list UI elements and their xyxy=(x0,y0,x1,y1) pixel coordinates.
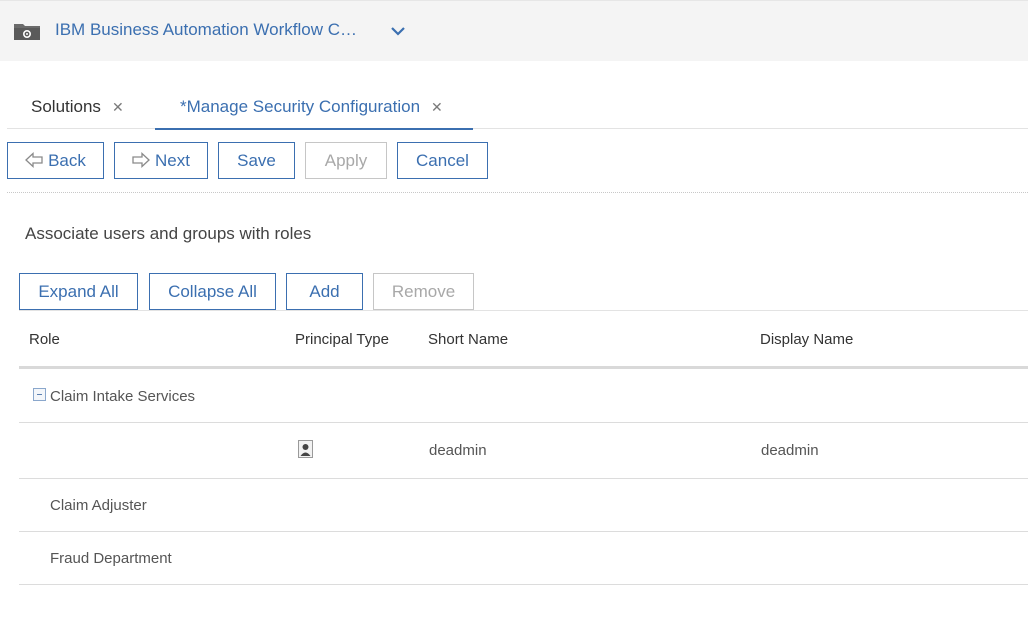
role-cell: Claim Adjuster xyxy=(50,497,147,514)
column-header-short-name[interactable]: Short Name xyxy=(428,331,508,348)
back-button[interactable]: Back xyxy=(7,142,104,179)
column-header-role[interactable]: Role xyxy=(29,331,60,348)
tab-manage-security-configuration[interactable]: *Manage Security Configuration ✕ xyxy=(155,88,473,130)
arrow-right-icon xyxy=(132,152,150,169)
remove-button[interactable]: Remove xyxy=(373,273,474,310)
table-header: Role Principal Type Short Name Display N… xyxy=(19,310,1028,369)
role-cell: Claim Intake Services xyxy=(50,388,196,405)
short-name-cell: deadmin xyxy=(429,442,487,459)
tab-bar: Solutions ✕ *Manage Security Configurati… xyxy=(7,88,1028,130)
arrow-left-icon xyxy=(25,152,43,169)
close-icon[interactable]: ✕ xyxy=(112,99,124,116)
chevron-down-icon[interactable] xyxy=(389,23,407,39)
table-row[interactable]: Claim Adjuster xyxy=(19,479,1028,532)
cancel-button[interactable]: Cancel xyxy=(397,142,488,179)
back-label: Back xyxy=(48,151,86,170)
column-header-display-name[interactable]: Display Name xyxy=(760,331,853,348)
expand-all-button[interactable]: Expand All xyxy=(19,273,138,310)
instruction-text: Associate users and groups with roles xyxy=(25,224,312,243)
add-button[interactable]: Add xyxy=(286,273,363,310)
column-header-principal-type[interactable]: Principal Type xyxy=(295,331,389,348)
app-title[interactable]: IBM Business Automation Workflow C… xyxy=(55,20,357,40)
tab-label: Solutions xyxy=(31,97,101,116)
table-row[interactable]: Fraud Department xyxy=(19,532,1028,585)
tab-solutions[interactable]: Solutions ✕ xyxy=(31,88,141,129)
close-icon[interactable]: ✕ xyxy=(431,99,443,116)
display-name-cell: deadmin xyxy=(761,442,819,459)
collapse-toggle-icon[interactable] xyxy=(33,388,46,401)
tab-label: *Manage Security Configuration xyxy=(180,97,421,116)
next-label: Next xyxy=(155,151,190,170)
user-icon xyxy=(298,440,313,458)
next-button[interactable]: Next xyxy=(114,142,208,179)
toolbar-divider xyxy=(7,192,1028,193)
app-header: IBM Business Automation Workflow C… xyxy=(0,0,1028,61)
apply-button[interactable]: Apply xyxy=(305,142,387,179)
save-button[interactable]: Save xyxy=(218,142,295,179)
collapse-all-button[interactable]: Collapse All xyxy=(149,273,276,310)
table-row[interactable]: Claim Intake Services xyxy=(19,369,1028,423)
folder-gear-icon xyxy=(14,24,40,40)
table-row[interactable]: deadmin deadmin xyxy=(19,423,1028,479)
role-cell: Fraud Department xyxy=(50,550,172,567)
